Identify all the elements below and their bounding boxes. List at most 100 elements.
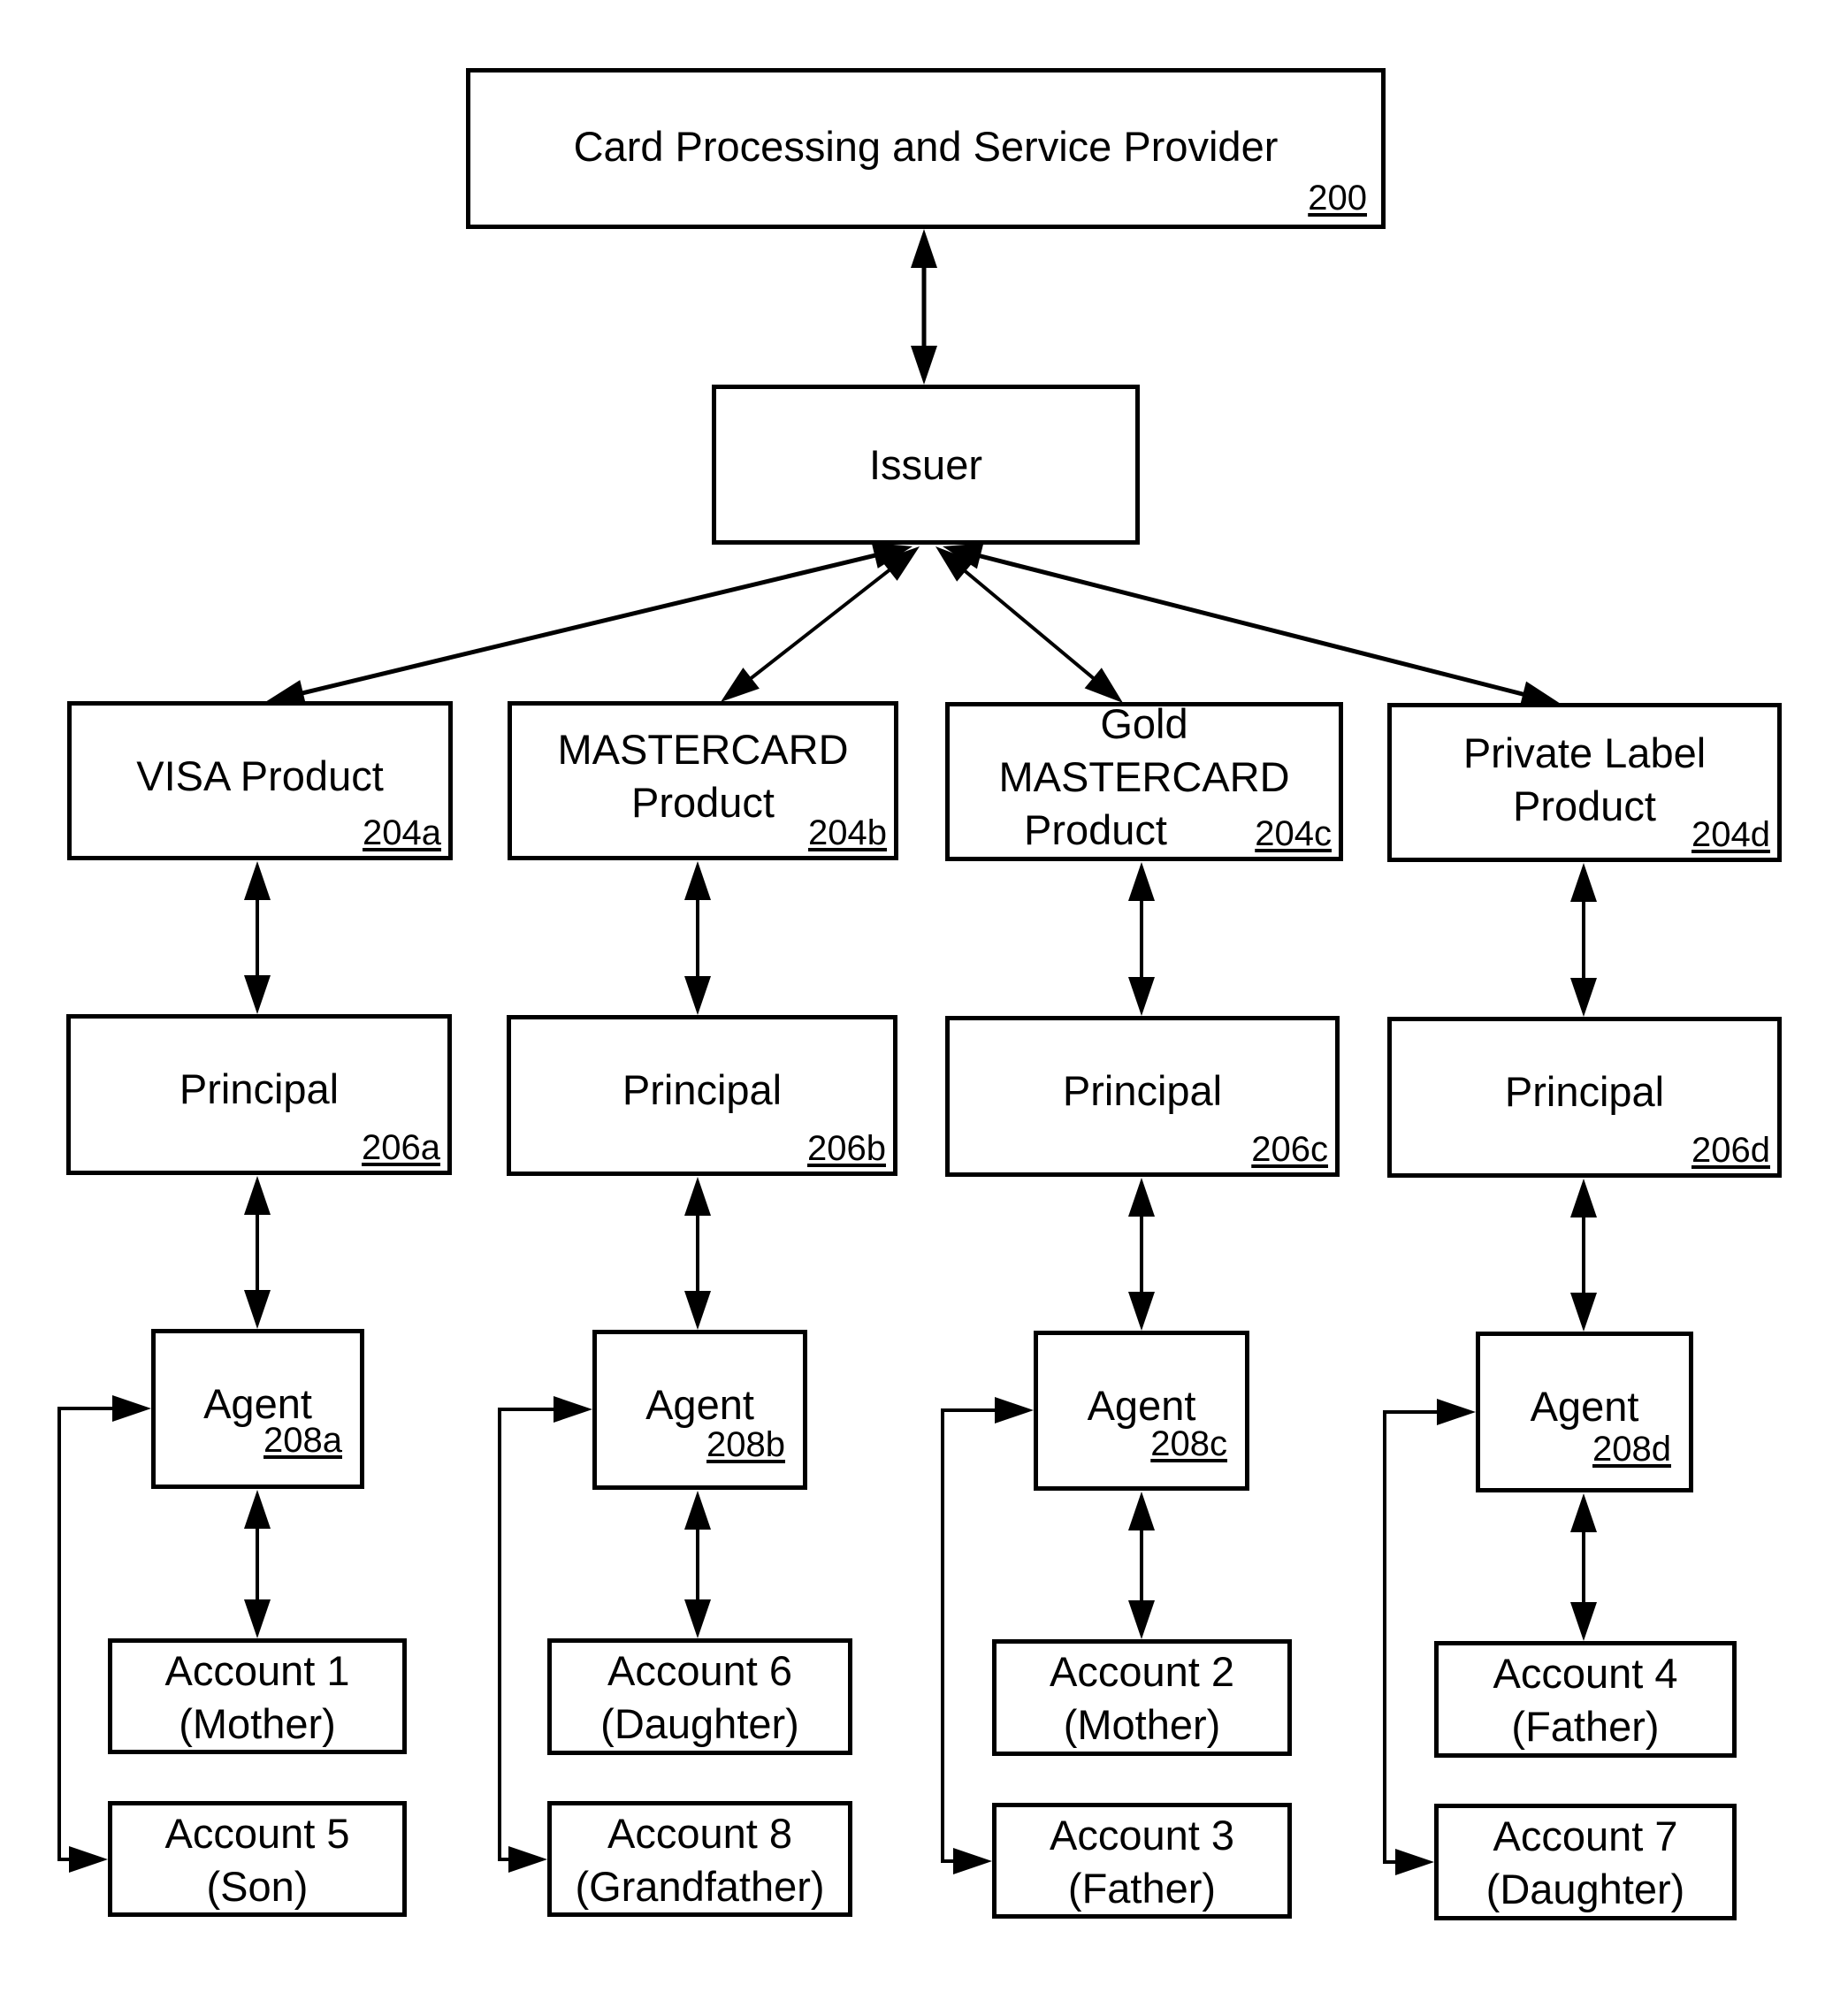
agent-box-c: Agent 208c	[1034, 1331, 1249, 1491]
account-name: Account 2	[1049, 1648, 1235, 1695]
arrowhead-icon	[995, 1397, 1034, 1423]
provider-title: Card Processing and Service Provider	[573, 123, 1279, 170]
arrowhead-icon	[244, 1490, 271, 1529]
principal-box-a: Principal 206a	[66, 1014, 452, 1175]
account-name: Account 1	[164, 1647, 350, 1694]
agent-account-bracket-connector	[941, 1408, 998, 1863]
arrowhead-icon	[244, 1290, 271, 1329]
arrowhead-icon	[1570, 1493, 1597, 1532]
arrowhead-icon	[244, 1599, 271, 1638]
arrowhead-icon	[684, 1599, 711, 1638]
bidirectional-connector	[961, 568, 1097, 682]
principal-title: Principal	[622, 1066, 783, 1113]
provider-box: Card Processing and Service Provider 200	[466, 68, 1386, 229]
account-name: Account 5	[164, 1810, 350, 1857]
arrowhead-icon	[684, 861, 711, 900]
agent-ref: 208c	[1150, 1424, 1227, 1463]
product-title-line-1: Private Label	[1462, 729, 1707, 776]
arrowhead-icon	[1128, 977, 1155, 1016]
arrowhead-icon	[684, 1491, 711, 1530]
product-ref: 204d	[1691, 815, 1770, 854]
arrowhead-icon	[1570, 1293, 1597, 1332]
arrowhead-icon	[1128, 862, 1155, 901]
account-name: Account 8	[607, 1810, 793, 1857]
account-holder: (Grandfather)	[575, 1863, 825, 1910]
arrowhead-icon	[112, 1395, 151, 1422]
agent-box-d: Agent 208d	[1476, 1332, 1693, 1492]
principal-title: Principal	[1504, 1068, 1665, 1115]
account-box: Account 3 (Father)	[992, 1803, 1292, 1919]
account-name: Account 6	[607, 1647, 793, 1694]
product-title-line-2: MASTERCARD	[998, 753, 1290, 800]
arrowhead-icon	[1570, 863, 1597, 902]
product-box-visa: VISA Product 204a	[67, 701, 453, 860]
product-title-line-1: MASTERCARD	[557, 726, 849, 773]
product-box-mastercard: MASTERCARD Product 204b	[508, 701, 898, 860]
agent-ref: 208b	[706, 1425, 785, 1464]
arrowhead-icon	[69, 1846, 108, 1873]
principal-ref: 206c	[1251, 1130, 1328, 1169]
principal-title: Principal	[1062, 1067, 1223, 1114]
principal-ref: 206a	[362, 1128, 440, 1167]
issuer-box: Issuer	[712, 385, 1140, 545]
arrowhead-icon	[1128, 1492, 1155, 1530]
agent-title: Agent	[1530, 1383, 1639, 1430]
arrowhead-icon	[953, 1848, 992, 1874]
agent-account-bracket-connector	[57, 1407, 116, 1861]
agent-account-bracket-connector	[498, 1408, 557, 1861]
account-box: Account 1 (Mother)	[108, 1638, 407, 1754]
account-name: Account 7	[1493, 1813, 1678, 1859]
arrowhead-icon	[911, 346, 937, 385]
arrowhead-icon	[1128, 1600, 1155, 1639]
bidirectional-connector	[299, 552, 879, 697]
account-holder: (Mother)	[1063, 1701, 1221, 1748]
arrowhead-icon	[1437, 1399, 1476, 1425]
principal-ref: 206d	[1691, 1131, 1770, 1170]
agent-box-a: Agent 208a	[151, 1329, 364, 1489]
account-box: Account 6 (Daughter)	[547, 1638, 852, 1755]
bidirectional-connector	[747, 567, 893, 682]
account-holder: (Father)	[1067, 1865, 1217, 1912]
arrowhead-icon	[508, 1846, 547, 1873]
agent-box-b: Agent 208b	[592, 1330, 807, 1490]
bidirectional-connector	[976, 553, 1527, 698]
account-box: Account 7 (Daughter)	[1434, 1804, 1737, 1920]
arrowhead-icon	[244, 861, 271, 900]
product-ref: 204a	[363, 813, 441, 852]
account-holder: (Daughter)	[1485, 1866, 1685, 1912]
product-title-line-1: Gold	[1100, 700, 1188, 747]
account-holder: (Father)	[1511, 1703, 1660, 1750]
principal-title: Principal	[179, 1065, 340, 1112]
product-title: VISA Product	[136, 752, 384, 799]
arrowhead-icon	[1128, 1292, 1155, 1331]
account-holder: (Son)	[206, 1863, 309, 1910]
arrowhead-icon	[1570, 978, 1597, 1017]
arrowhead-icon	[911, 229, 937, 268]
provider-ref: 200	[1308, 179, 1367, 218]
product-box-private-label: Private Label Product 204d	[1387, 703, 1782, 862]
principal-ref: 206b	[807, 1129, 886, 1168]
account-box: Account 8 (Grandfather)	[547, 1801, 852, 1917]
arrowhead-icon	[1395, 1849, 1434, 1875]
product-box-gold-mastercard: Gold MASTERCARD Product 204c	[945, 700, 1343, 861]
arrowhead-icon	[684, 1177, 711, 1216]
account-holder: (Daughter)	[600, 1700, 799, 1747]
product-title-line-3: Product	[1024, 806, 1167, 853]
principal-box-d: Principal 206d	[1387, 1017, 1782, 1178]
principal-box-b: Principal 206b	[507, 1015, 897, 1176]
agent-ref: 208d	[1592, 1430, 1671, 1469]
account-name: Account 3	[1049, 1812, 1235, 1859]
arrowhead-icon	[684, 1291, 711, 1330]
product-ref: 204b	[808, 813, 887, 852]
arrowhead-icon	[1570, 1602, 1597, 1641]
account-box: Account 2 (Mother)	[992, 1639, 1292, 1756]
account-box: Account 4 (Father)	[1434, 1641, 1737, 1758]
account-box: Account 5 (Son)	[108, 1801, 407, 1917]
arrowhead-icon	[721, 668, 760, 702]
issuer-title: Issuer	[869, 441, 982, 488]
arrowhead-icon	[1570, 1179, 1597, 1217]
agent-ref: 208a	[263, 1421, 342, 1460]
account-holder: (Mother)	[179, 1700, 336, 1747]
agent-title: Agent	[645, 1381, 754, 1428]
principal-box-c: Principal 206c	[945, 1016, 1340, 1177]
